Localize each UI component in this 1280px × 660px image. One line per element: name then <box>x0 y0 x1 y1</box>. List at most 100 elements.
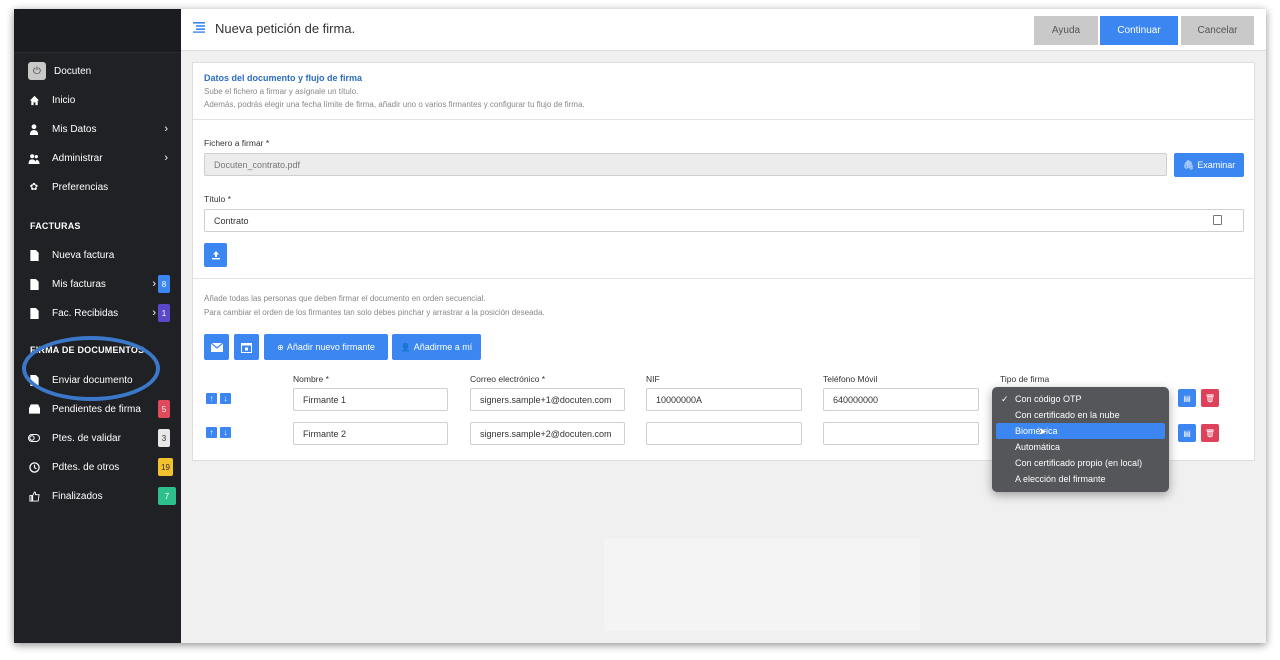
delete-signer-button[interactable]: 🗑 <box>1201 424 1219 442</box>
signer-phone-input[interactable] <box>823 422 979 445</box>
plus-circle-icon: ⊕ <box>277 342 284 352</box>
file-icon <box>28 249 40 261</box>
trash-icon: 🗑 <box>1204 393 1216 403</box>
browse-button[interactable]: 🖇 Examinar <box>1174 153 1244 177</box>
dropdown-option-cloud-certificate[interactable]: Con certificado en la nube <box>996 407 1165 423</box>
count-badge: 7 <box>158 487 176 505</box>
sidebar-item-mis-datos[interactable]: Mis Datos › <box>28 119 168 139</box>
sidebar-item-enviar-documento[interactable]: Enviar documento <box>28 370 168 390</box>
signer-email-input[interactable]: signers.sample+2@docuten.com <box>470 422 625 445</box>
signer-nif-input[interactable]: 10000000A <box>646 388 802 411</box>
sidebar-item-preferencias[interactable]: ✿ Preferencias <box>28 177 168 197</box>
title-input[interactable]: Contrato <box>204 209 1244 232</box>
user-icon: 👤 <box>400 342 411 352</box>
move-up-button[interactable]: ↑ <box>206 427 217 438</box>
sidebar-item-finalizados[interactable]: Finalizados 7 <box>28 486 176 506</box>
calendar-icon <box>241 342 252 353</box>
arrow-up-icon: ↑ <box>209 394 214 403</box>
sidebar-item-inicio[interactable]: Inicio <box>28 90 168 110</box>
chevron-right-icon: › <box>152 307 156 319</box>
option-label: Con certificado en la nube <box>1015 410 1120 420</box>
sidebar-item-mis-facturas[interactable]: Mis facturas › 8 <box>28 274 170 294</box>
thumbs-up-icon <box>28 490 40 502</box>
dropdown-option-signer-choice[interactable]: A elección del firmante <box>996 471 1165 487</box>
column-header-email: Correo electrónico * <box>470 374 546 384</box>
count-badge: 1 <box>158 304 170 322</box>
dropdown-option-otp[interactable]: ✓ Con código OTP <box>996 391 1165 407</box>
upload-button[interactable] <box>204 243 227 267</box>
column-header-phone: Teléfono Móvil <box>823 374 878 384</box>
option-label: Automática <box>1015 442 1061 452</box>
sidebar-item-administrar[interactable]: Administrar › <box>28 148 168 168</box>
sidebar-brand[interactable]: ⏻ Docuten <box>28 61 168 81</box>
column-header-signature-type: Tipo de firma <box>1000 374 1050 384</box>
power-icon: ⏻ <box>28 62 46 80</box>
checkmark-icon: ✓ <box>1001 393 1009 404</box>
file-icon <box>28 374 40 386</box>
file-icon <box>28 278 40 290</box>
section-heading-firma: FIRMA DE DOCUMENTOS <box>30 345 145 355</box>
sidebar-item-pendientes-firma[interactable]: Pendientes de firma 5 <box>28 399 170 419</box>
add-signer-button[interactable]: ⊕ Añadir nuevo firmante <box>264 334 388 360</box>
email-button[interactable] <box>204 334 229 360</box>
signer-nif-input[interactable] <box>646 422 802 445</box>
dropdown-option-local-certificate[interactable]: Con certificado propio (en local) <box>996 455 1165 471</box>
signature-type-dropdown[interactable]: ✓ Con código OTP Con certificado en la n… <box>992 387 1169 492</box>
sidebar-item-nueva-factura[interactable]: Nueva factura <box>28 245 168 265</box>
move-down-button[interactable]: ↓ <box>220 427 231 438</box>
count-badge: 19 <box>158 458 173 476</box>
move-down-button[interactable]: ↓ <box>220 393 231 404</box>
sidebar-header <box>14 9 181 53</box>
delete-signer-button[interactable]: 🗑 <box>1201 389 1219 407</box>
sidebar-item-label: Enviar documento <box>52 374 133 386</box>
count-badge: 3 <box>158 429 170 447</box>
sidebar-item-ptes-validar[interactable]: Ptes. de validar 3 <box>28 428 170 448</box>
users-icon <box>28 152 40 164</box>
count-badge: 5 <box>158 400 170 418</box>
count-badge: 8 <box>158 275 170 293</box>
file-input[interactable]: Docuten_contrato.pdf <box>204 153 1167 176</box>
title-label: Título * <box>204 194 231 204</box>
dropdown-option-biometric[interactable]: Biométrica <box>996 423 1165 439</box>
file-icon <box>28 307 40 319</box>
home-icon <box>28 94 40 106</box>
signer-email-input[interactable]: signers.sample+1@docuten.com <box>470 388 625 411</box>
card-icon: ▤ <box>1183 393 1191 403</box>
user-icon <box>28 123 40 135</box>
chevron-right-icon: › <box>152 278 156 290</box>
move-up-button[interactable]: ↑ <box>206 393 217 404</box>
trash-icon: 🗑 <box>1204 428 1216 438</box>
clock-icon <box>28 461 40 473</box>
sidebar-item-pdtes-otros[interactable]: Pdtes. de otros 19 <box>28 457 173 477</box>
chevron-right-icon: › <box>164 152 168 164</box>
continue-button[interactable]: Continuar <box>1100 16 1178 45</box>
main-area: Nueva petición de firma. Ayuda Continuar… <box>181 9 1266 643</box>
envelope-icon <box>210 342 223 352</box>
help-button[interactable]: Ayuda <box>1034 16 1098 45</box>
date-button[interactable] <box>234 334 259 360</box>
sidebar-item-fac-recibidas[interactable]: Fac. Recibidas › 1 <box>28 303 170 323</box>
edit-signer-button[interactable]: ▤ <box>1178 424 1196 442</box>
mouse-cursor-icon: ➤ <box>1038 426 1048 438</box>
signer-name-input[interactable]: Firmante 2 <box>293 422 448 445</box>
add-me-button[interactable]: 👤 Añadirme a mí <box>392 334 481 360</box>
edit-signer-button[interactable]: ▤ <box>1178 389 1196 407</box>
signer-phone-input[interactable]: 640000000 <box>823 388 979 411</box>
upload-icon <box>211 251 220 260</box>
option-label: Biométrica <box>1015 426 1058 436</box>
sidebar-item-label: Inicio <box>52 94 76 106</box>
add-me-label: Añadirme a mí <box>413 342 473 352</box>
sidebar-item-label: Pdtes. de otros <box>52 461 120 473</box>
section-subtitle: Además, podrás elegir una fecha límite d… <box>204 100 585 109</box>
chevron-right-icon: › <box>164 123 168 135</box>
dropdown-option-automatic[interactable]: Automática <box>996 439 1165 455</box>
signer-name-input[interactable]: Firmante 1 <box>293 388 448 411</box>
calendar-small-icon <box>1213 215 1222 225</box>
sidebar-item-label: Fac. Recibidas <box>52 307 119 319</box>
page-title: Nueva petición de firma. <box>215 21 356 36</box>
sidebar-item-label: Mis facturas <box>52 278 106 290</box>
toggle-icon <box>28 432 40 444</box>
cancel-button[interactable]: Cancelar <box>1181 16 1254 45</box>
sidebar-item-label: Pendientes de firma <box>52 403 141 415</box>
section-subtitle: Sube el fichero a firmar y asígnale un t… <box>204 87 359 96</box>
